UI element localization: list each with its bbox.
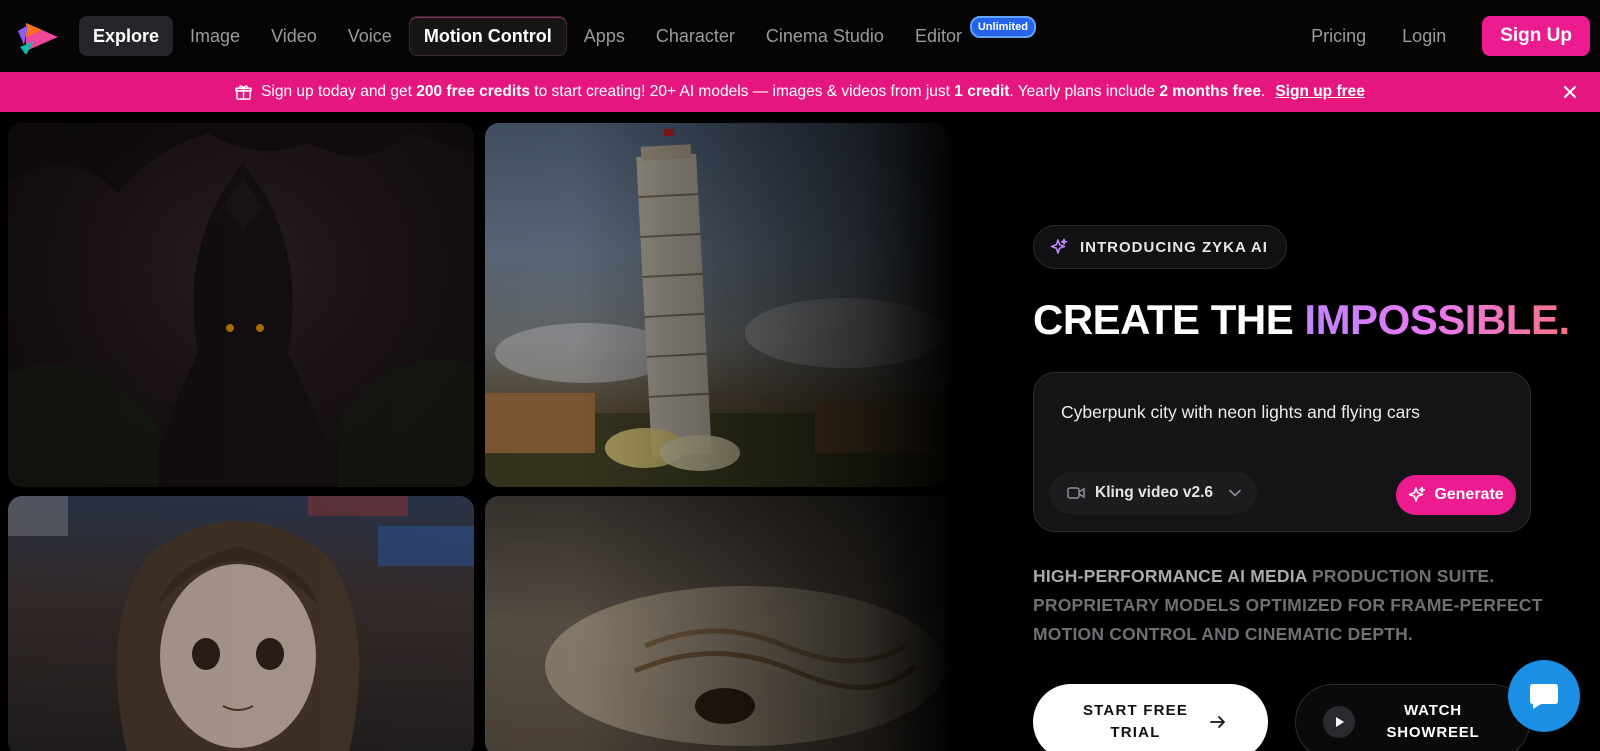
nav-item-editor-label: Editor [914,25,962,46]
chat-icon [1530,684,1558,709]
nav-item-image[interactable]: Image [176,16,254,56]
nav-item-character[interactable]: Character [642,16,749,56]
model-select[interactable]: Kling video v2.6 [1049,472,1257,514]
creature-image [8,123,474,487]
gallery-tile-food[interactable] [485,496,951,751]
intro-label: INTRODUCING ZYKA AI [1080,238,1268,256]
camera-icon [1067,487,1085,499]
hero-title-plain: CREATE THE [1033,296,1294,343]
nav-menu: Explore Image Video Voice Motion Control… [79,16,1036,56]
banner-credits: 200 free credits [416,83,530,100]
nav-item-apps[interactable]: Apps [570,16,639,56]
sparkle-icon [1050,238,1068,254]
close-icon[interactable] [1562,84,1578,100]
banner-text-4: . [1261,83,1266,100]
hero-title-gradient: IMPOSSIBLE. [1304,296,1570,343]
gallery-tile-creature[interactable] [8,123,474,487]
play-icon [1336,717,1344,727]
play-button-circle [1323,706,1355,738]
logo-icon[interactable] [16,17,60,57]
pricing-link[interactable]: Pricing [1311,26,1366,47]
subtitle-bright: HIGH-PERFORMANCE AI MEDIA [1033,566,1307,586]
banner-one-credit: 1 credit [954,83,1010,100]
food-image [545,586,945,746]
nav-item-editor[interactable]: Editor Unlimited [901,16,1036,56]
generate-label: Generate [1434,486,1504,503]
promo-banner: Sign up today and get 200 free credits t… [0,72,1600,112]
pisa-tower-image [485,129,951,487]
showreel-label: WATCH SHOWREEL [1386,702,1480,741]
gift-icon [235,84,252,100]
sparkle-icon [1409,486,1426,502]
sign-up-button[interactable]: Sign Up [1482,16,1590,56]
prompt-input[interactable]: Cyberpunk city with neon lights and flyi… [1061,402,1420,423]
banner-text-3: . Yearly plans include [1009,83,1156,100]
watch-showreel-button[interactable]: WATCH SHOWREEL [1295,684,1530,751]
nav-item-cinema-studio[interactable]: Cinema Studio [752,16,898,56]
gallery-tile-anime-girl[interactable] [8,496,474,751]
nav-item-video[interactable]: Video [257,16,331,56]
anime-girl-image [8,496,474,751]
nav-item-motion-control[interactable]: Motion Control [408,16,567,56]
banner-months-free: 2 months free [1159,83,1262,100]
nav-item-explore[interactable]: Explore [79,16,174,56]
showcase-gallery [0,112,960,751]
gallery-tile-pisa-tower[interactable] [485,123,951,487]
model-select-label: Kling video v2.6 [1095,484,1214,501]
trial-label: START FREE TRIAL [1082,702,1189,741]
hero-title: CREATE THE IMPOSSIBLE. [1033,296,1570,344]
banner-text-1: Sign up today and get [261,83,412,100]
unlimited-badge: Unlimited [969,16,1036,38]
chevron-down-icon [1229,489,1241,497]
chat-widget-button[interactable] [1508,660,1580,732]
nav-item-voice[interactable]: Voice [334,16,406,56]
start-free-trial-button[interactable]: START FREE TRIAL [1033,684,1268,751]
banner-text-2: to start creating! 20+ AI models — image… [534,83,950,100]
top-nav: Explore Image Video Voice Motion Control… [0,0,1600,72]
nav-actions: Pricing Login Sign Up [1311,16,1590,56]
generate-button[interactable]: Generate [1396,475,1516,515]
prompt-box: Cyberpunk city with neon lights and flyi… [1033,372,1531,532]
login-link[interactable]: Login [1402,26,1446,47]
arrow-right-icon [1209,716,1225,728]
hero-subtitle: HIGH-PERFORMANCE AI MEDIA PRODUCTION SUI… [1033,562,1553,649]
banner-signup-link[interactable]: Sign up free [1275,83,1365,101]
intro-pill: INTRODUCING ZYKA AI [1033,225,1287,269]
